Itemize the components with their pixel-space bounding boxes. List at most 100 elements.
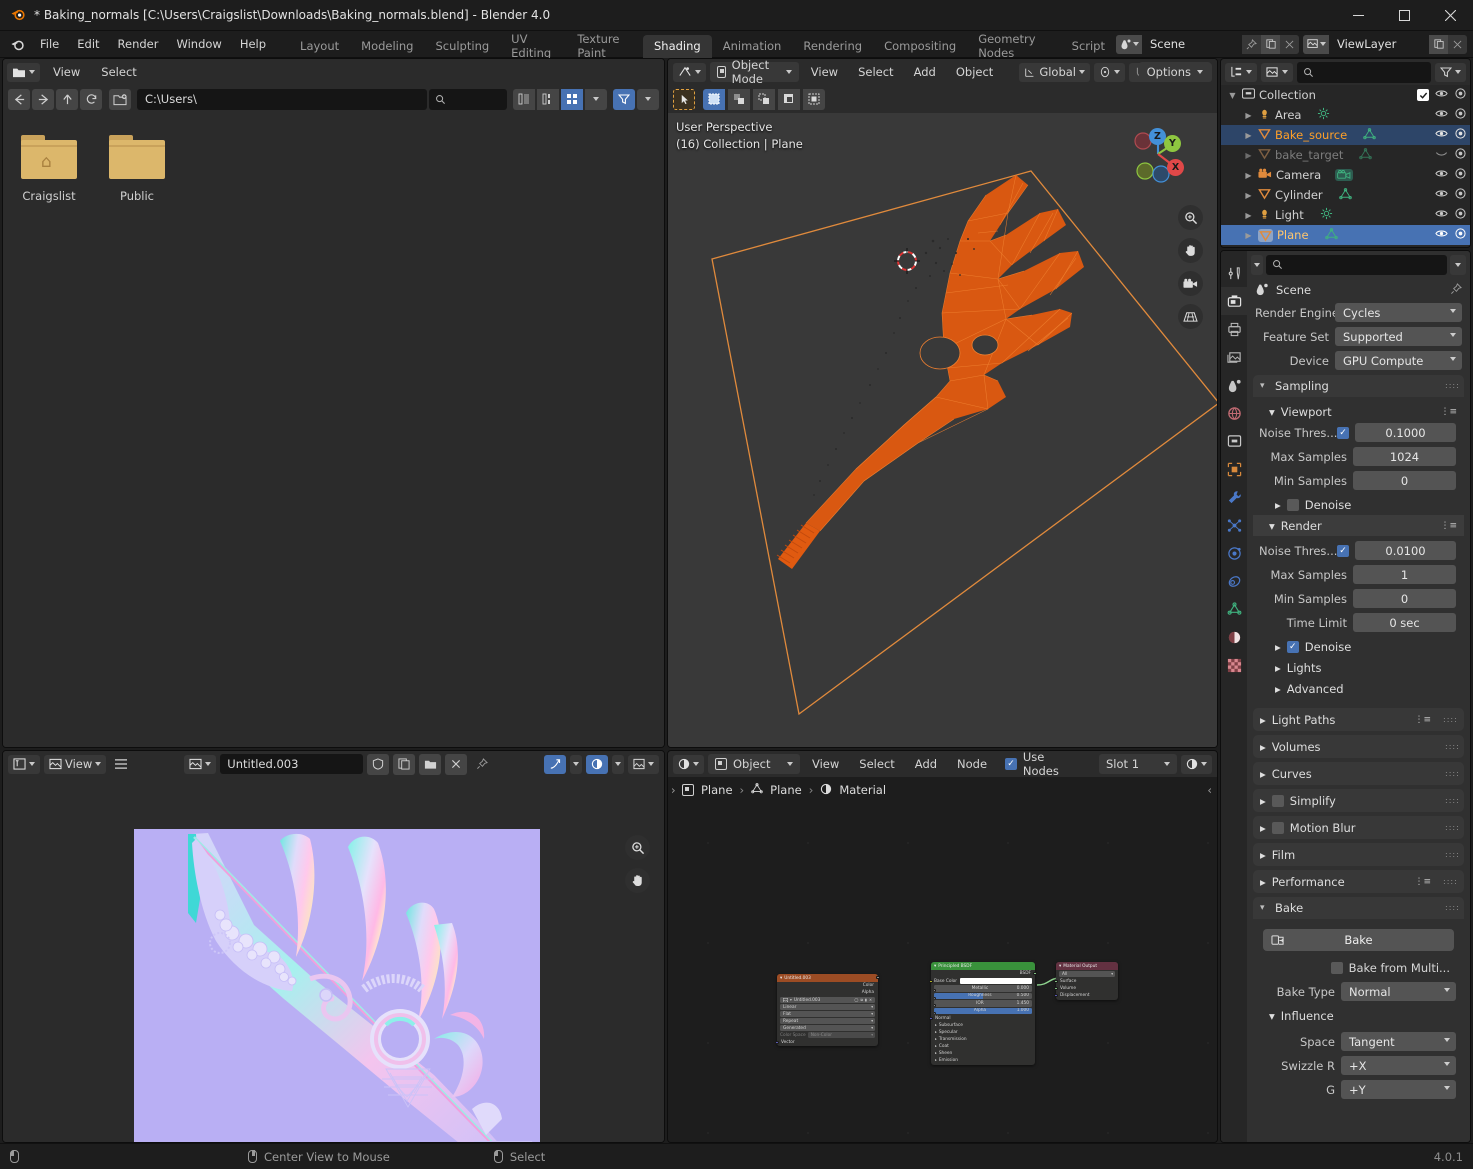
- max-samples-value[interactable]: 1: [1353, 565, 1456, 584]
- editor-type-selector[interactable]: [8, 754, 40, 774]
- outliner-row-camera[interactable]: ▶ Camera: [1221, 165, 1470, 185]
- menu-help[interactable]: Help: [231, 33, 275, 55]
- horizontal-list-view-icon[interactable]: [537, 88, 559, 110]
- maximize-button[interactable]: [1381, 0, 1427, 31]
- select-new-icon[interactable]: [703, 88, 725, 110]
- properties-tab-scene[interactable]: [1221, 371, 1247, 399]
- render-camera-icon[interactable]: [1454, 108, 1467, 122]
- socket-metallic[interactable]: [934, 989, 936, 992]
- node-row-ior[interactable]: IOR 1.450: [934, 1000, 1032, 1007]
- viewport-denoise-header[interactable]: ▸ Denoise: [1253, 494, 1464, 515]
- gizmo-axis-x[interactable]: X: [1167, 159, 1184, 176]
- expand-arrow-icon[interactable]: ▼: [1227, 90, 1238, 101]
- mesh-data-icon[interactable]: [1338, 187, 1352, 203]
- outliner-row-plane[interactable]: ▶ Plane: [1221, 225, 1470, 245]
- viewport-add-menu[interactable]: Add: [906, 62, 944, 82]
- workspace-tab-geometry-nodes[interactable]: Geometry Nodes: [967, 32, 1060, 60]
- node-header[interactable]: ▾ Principled BSDF: [931, 962, 1035, 970]
- properties-options-dropdown[interactable]: [1450, 254, 1466, 275]
- select-invert-icon[interactable]: [778, 88, 800, 110]
- properties-tab-object[interactable]: [1221, 455, 1247, 483]
- gizmo-axis-y[interactable]: Y: [1164, 135, 1181, 152]
- close-button[interactable]: [1427, 0, 1473, 31]
- lights-subpanel-header[interactable]: ▸ Lights: [1253, 657, 1464, 678]
- expand-arrow-icon[interactable]: ▶: [1243, 230, 1254, 241]
- viewlayer-selector[interactable]: ViewLayer: [1303, 34, 1467, 54]
- new-image-icon[interactable]: ⧉: [860, 998, 863, 1002]
- select-subtract-icon[interactable]: [753, 88, 775, 110]
- topbar-blender-icon[interactable]: [10, 37, 25, 52]
- file-view-menu[interactable]: View: [45, 62, 88, 82]
- thumbnail-view-icon[interactable]: [561, 88, 583, 110]
- camera-icon[interactable]: [1178, 271, 1203, 296]
- properties-tab-world[interactable]: [1221, 399, 1247, 427]
- socket-normal[interactable]: [929, 1017, 933, 1021]
- new-scene-icon[interactable]: [1261, 34, 1280, 54]
- influence-subpanel-header[interactable]: ▾ Influence: [1253, 1005, 1464, 1026]
- hamburger-menu-icon[interactable]: [110, 754, 132, 775]
- panel-simplify[interactable]: ▸ Simplify ::::: [1253, 789, 1464, 812]
- menu-file[interactable]: File: [31, 33, 68, 55]
- minimize-button[interactable]: [1335, 0, 1381, 31]
- viewlayer-name[interactable]: ViewLayer: [1329, 34, 1429, 54]
- preset-list-icon[interactable]: ⋮≡: [1440, 407, 1457, 417]
- filter-toggle-icon[interactable]: [613, 88, 635, 110]
- expand-sidebar-arrow-icon[interactable]: ›: [671, 783, 676, 797]
- socket-bsdf[interactable]: [1033, 972, 1037, 976]
- node-subpanel-sheen[interactable]: ▸ Sheen: [931, 1050, 1035, 1057]
- drag-handle-icon[interactable]: ::::: [1443, 877, 1457, 885]
- base-color-swatch[interactable]: [960, 978, 1032, 984]
- min-samples-value[interactable]: 0: [1353, 471, 1456, 490]
- swizzle-r-dropdown[interactable]: +X: [1341, 1056, 1456, 1075]
- unlink-image-icon[interactable]: [445, 753, 468, 775]
- socket-vector[interactable]: [775, 1041, 779, 1045]
- properties-search-input[interactable]: [1266, 254, 1447, 275]
- outliner-row-bake-target[interactable]: ▶ bake_target: [1221, 145, 1470, 165]
- object-mode-selector[interactable]: Object Mode: [710, 59, 799, 86]
- panel-curves[interactable]: ▸ Curves ::::: [1253, 762, 1464, 785]
- preset-list-icon[interactable]: ⋮≡: [1414, 715, 1431, 725]
- swizzle-g-dropdown[interactable]: +Y: [1341, 1080, 1456, 1099]
- socket-surface[interactable]: [1054, 980, 1058, 984]
- shader-select-menu[interactable]: Select: [851, 754, 902, 774]
- node-subpanel-transmission[interactable]: ▸ Transmission: [931, 1036, 1035, 1043]
- workspace-tab-layout[interactable]: Layout: [289, 35, 350, 58]
- filter-toggle-icon[interactable]: [1435, 62, 1466, 82]
- min-samples-value[interactable]: 0: [1353, 589, 1456, 608]
- node-source-dropdown[interactable]: Generated ▾: [780, 1025, 875, 1031]
- noise-threshold-value[interactable]: 0.1000: [1355, 423, 1456, 442]
- shader-view-menu[interactable]: View: [804, 754, 847, 774]
- viewport-select-menu[interactable]: Select: [850, 62, 901, 82]
- render-camera-icon[interactable]: [1454, 188, 1467, 202]
- noise-threshold-checkbox[interactable]: ✓: [1337, 544, 1349, 557]
- properties-tab-modifiers[interactable]: [1221, 483, 1247, 511]
- node-row-metallic[interactable]: Metallic 0.000: [934, 985, 1032, 992]
- drag-handle-icon[interactable]: ::::: [1443, 715, 1457, 723]
- properties-tab-view-layer[interactable]: [1221, 343, 1247, 371]
- simplify-checkbox[interactable]: [1271, 794, 1284, 807]
- bake-type-dropdown[interactable]: Normal: [1341, 982, 1456, 1001]
- node-row-alpha[interactable]: Alpha 1.000: [934, 1007, 1032, 1014]
- motion-blur-checkbox[interactable]: [1271, 821, 1284, 834]
- eye-icon[interactable]: [1435, 108, 1448, 122]
- properties-panel-body[interactable]: Scene Render Engine Cycles Feature Set S…: [1247, 251, 1470, 1142]
- collection-enable-checkbox[interactable]: [1417, 89, 1429, 101]
- outliner-row-cylinder[interactable]: ▶ Cylinder: [1221, 185, 1470, 205]
- drag-handle-icon[interactable]: ::::: [1445, 796, 1459, 804]
- drag-handle-icon[interactable]: ::::: [1445, 742, 1459, 750]
- new-viewlayer-icon[interactable]: [1429, 34, 1448, 54]
- filter-options-dropdown[interactable]: [637, 88, 659, 110]
- socket-alpha[interactable]: [876, 976, 880, 980]
- bake-button[interactable]: Bake: [1263, 929, 1454, 951]
- unlink-icon[interactable]: ✕: [869, 998, 872, 1002]
- back-arrow-icon[interactable]: [8, 88, 30, 110]
- workspace-tab-script[interactable]: Script: [1061, 35, 1116, 58]
- outliner-search-input[interactable]: [1297, 61, 1431, 83]
- pin-icon[interactable]: [1450, 282, 1462, 298]
- render-camera-icon[interactable]: [1454, 148, 1467, 162]
- viewport-subpanel-header[interactable]: ▾ Viewport ⋮≡: [1253, 401, 1464, 422]
- use-nodes-checkbox[interactable]: ✓: [1005, 758, 1017, 770]
- node-subpanel-subsurface[interactable]: ▸ Subsurface: [931, 1022, 1035, 1029]
- new-image-icon[interactable]: [393, 753, 416, 775]
- node-colorspace-dropdown[interactable]: Non-Color ▾: [807, 1032, 875, 1038]
